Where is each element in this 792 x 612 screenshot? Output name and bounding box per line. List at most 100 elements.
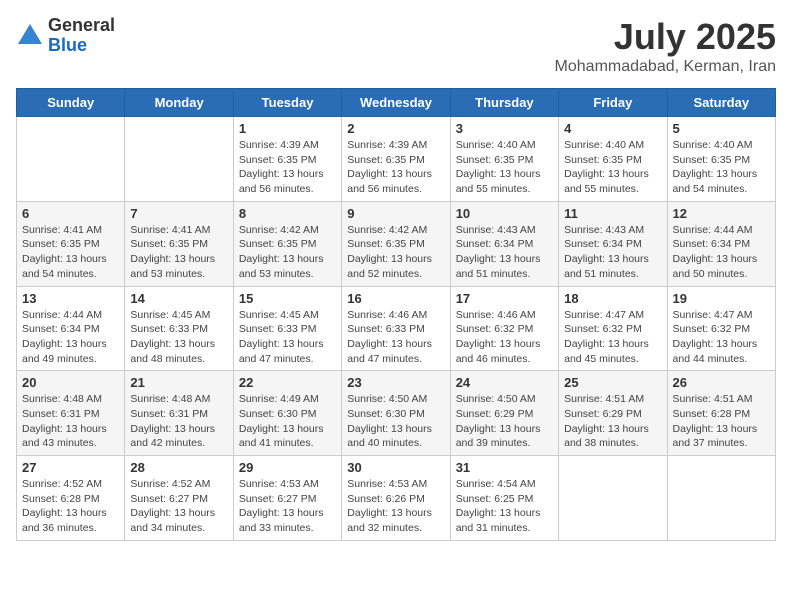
day-number: 22 (239, 375, 336, 390)
page-header: General Blue July 2025 Mohammadabad, Ker… (16, 16, 776, 76)
day-info: Sunrise: 4:51 AMSunset: 6:29 PMDaylight:… (564, 392, 661, 451)
calendar-cell: 26Sunrise: 4:51 AMSunset: 6:28 PMDayligh… (667, 371, 775, 456)
calendar-cell: 15 Sunrise: 4:45 AMSunset: 6:33 PMDayligh… (233, 286, 341, 371)
day-number: 12 (673, 206, 770, 221)
day-number: 21 (130, 375, 227, 390)
logo: General Blue (16, 16, 115, 56)
weekday-header-wednesday: Wednesday (342, 89, 450, 117)
day-info: Sunrise: 4:44 AMSunset: 6:34 PMDaylight:… (673, 223, 770, 282)
calendar-week-2: 6 Sunrise: 4:41 AMSunset: 6:35 PMDaylight… (17, 201, 776, 286)
day-number: 3 (456, 121, 553, 136)
day-info: Sunrise: 4:40 AMSunset: 6:35 PMDaylight:… (456, 138, 553, 197)
day-info: Sunrise: 4:48 AMSunset: 6:31 PMDaylight:… (22, 392, 119, 451)
logo-blue-text: Blue (48, 36, 115, 56)
calendar-cell: 2 Sunrise: 4:39 AMSunset: 6:35 PMDaylight… (342, 117, 450, 202)
calendar-cell: 3 Sunrise: 4:40 AMSunset: 6:35 PMDaylight… (450, 117, 558, 202)
day-number: 16 (347, 291, 444, 306)
day-number: 27 (22, 460, 119, 475)
day-info: Sunrise: 4:52 AMSunset: 6:27 PMDaylight:… (130, 477, 227, 536)
weekday-header-friday: Friday (559, 89, 667, 117)
day-info: Sunrise: 4:46 AMSunset: 6:32 PMDaylight:… (456, 308, 553, 367)
calendar-cell: 9 Sunrise: 4:42 AMSunset: 6:35 PMDaylight… (342, 201, 450, 286)
weekday-header-monday: Monday (125, 89, 233, 117)
day-info: Sunrise: 4:42 AMSunset: 6:35 PMDaylight:… (347, 223, 444, 282)
day-number: 15 (239, 291, 336, 306)
calendar-table: SundayMondayTuesdayWednesdayThursdayFrid… (16, 88, 776, 541)
title-block: July 2025 Mohammadabad, Kerman, Iran (555, 16, 776, 76)
day-info: Sunrise: 4:43 AMSunset: 6:34 PMDaylight:… (564, 223, 661, 282)
calendar-cell: 28Sunrise: 4:52 AMSunset: 6:27 PMDayligh… (125, 456, 233, 541)
day-number: 9 (347, 206, 444, 221)
day-number: 24 (456, 375, 553, 390)
logo-text: General Blue (48, 16, 115, 56)
day-number: 19 (673, 291, 770, 306)
day-number: 25 (564, 375, 661, 390)
calendar-cell: 8Sunrise: 4:42 AMSunset: 6:35 PMDaylight… (233, 201, 341, 286)
logo-icon (16, 22, 44, 50)
calendar-cell: 5Sunrise: 4:40 AMSunset: 6:35 PMDaylight… (667, 117, 775, 202)
calendar-cell: 6 Sunrise: 4:41 AMSunset: 6:35 PMDaylight… (17, 201, 125, 286)
day-info: Sunrise: 4:39 AMSunset: 6:35 PMDaylight:… (239, 138, 336, 197)
day-number: 4 (564, 121, 661, 136)
calendar-cell: 14 Sunrise: 4:45 AMSunset: 6:33 PMDayligh… (125, 286, 233, 371)
weekday-header-saturday: Saturday (667, 89, 775, 117)
calendar-cell: 31Sunrise: 4:54 AMSunset: 6:25 PMDayligh… (450, 456, 558, 541)
calendar-cell: 30Sunrise: 4:53 AMSunset: 6:26 PMDayligh… (342, 456, 450, 541)
calendar-cell: 27 Sunrise: 4:52 AMSunset: 6:28 PMDayligh… (17, 456, 125, 541)
day-number: 23 (347, 375, 444, 390)
calendar-week-1: 1 Sunrise: 4:39 AMSunset: 6:35 PMDaylight… (17, 117, 776, 202)
day-info: Sunrise: 4:39 AMSunset: 6:35 PMDaylight:… (347, 138, 444, 197)
day-number: 6 (22, 206, 119, 221)
day-number: 26 (673, 375, 770, 390)
day-number: 5 (673, 121, 770, 136)
calendar-cell: 12 Sunrise: 4:44 AMSunset: 6:34 PMDayligh… (667, 201, 775, 286)
day-info: Sunrise: 4:45 AMSunset: 6:33 PMDaylight:… (239, 308, 336, 367)
calendar-week-4: 20 Sunrise: 4:48 AMSunset: 6:31 PMDayligh… (17, 371, 776, 456)
day-number: 17 (456, 291, 553, 306)
calendar-cell: 23Sunrise: 4:50 AMSunset: 6:30 PMDayligh… (342, 371, 450, 456)
day-info: Sunrise: 4:45 AMSunset: 6:33 PMDaylight:… (130, 308, 227, 367)
calendar-week-5: 27 Sunrise: 4:52 AMSunset: 6:28 PMDayligh… (17, 456, 776, 541)
calendar-cell: 20 Sunrise: 4:48 AMSunset: 6:31 PMDayligh… (17, 371, 125, 456)
calendar-cell: 1 Sunrise: 4:39 AMSunset: 6:35 PMDaylight… (233, 117, 341, 202)
day-info: Sunrise: 4:47 AMSunset: 6:32 PMDaylight:… (564, 308, 661, 367)
calendar-cell (559, 456, 667, 541)
calendar-cell: 13 Sunrise: 4:44 AMSunset: 6:34 PMDayligh… (17, 286, 125, 371)
calendar-cell: 10 Sunrise: 4:43 AMSunset: 6:34 PMDayligh… (450, 201, 558, 286)
month-title: July 2025 (555, 16, 776, 58)
calendar-cell (667, 456, 775, 541)
day-number: 18 (564, 291, 661, 306)
day-number: 29 (239, 460, 336, 475)
calendar-cell: 24Sunrise: 4:50 AMSunset: 6:29 PMDayligh… (450, 371, 558, 456)
day-number: 13 (22, 291, 119, 306)
day-info: Sunrise: 4:41 AMSunset: 6:35 PMDaylight:… (22, 223, 119, 282)
calendar-cell (125, 117, 233, 202)
day-info: Sunrise: 4:44 AMSunset: 6:34 PMDaylight:… (22, 308, 119, 367)
calendar-cell: 19 Sunrise: 4:47 AMSunset: 6:32 PMDayligh… (667, 286, 775, 371)
day-number: 2 (347, 121, 444, 136)
day-info: Sunrise: 4:42 AMSunset: 6:35 PMDaylight:… (239, 223, 336, 282)
day-info: Sunrise: 4:46 AMSunset: 6:33 PMDaylight:… (347, 308, 444, 367)
calendar-cell: 16 Sunrise: 4:46 AMSunset: 6:33 PMDayligh… (342, 286, 450, 371)
day-info: Sunrise: 4:47 AMSunset: 6:32 PMDaylight:… (673, 308, 770, 367)
calendar-cell: 25 Sunrise: 4:51 AMSunset: 6:29 PMDayligh… (559, 371, 667, 456)
day-info: Sunrise: 4:41 AMSunset: 6:35 PMDaylight:… (130, 223, 227, 282)
calendar-cell: 21Sunrise: 4:48 AMSunset: 6:31 PMDayligh… (125, 371, 233, 456)
day-info: Sunrise: 4:43 AMSunset: 6:34 PMDaylight:… (456, 223, 553, 282)
logo-general-text: General (48, 16, 115, 36)
calendar-cell: 17 Sunrise: 4:46 AMSunset: 6:32 PMDayligh… (450, 286, 558, 371)
weekday-header-thursday: Thursday (450, 89, 558, 117)
day-number: 10 (456, 206, 553, 221)
day-info: Sunrise: 4:52 AMSunset: 6:28 PMDaylight:… (22, 477, 119, 536)
calendar-cell: 11 Sunrise: 4:43 AMSunset: 6:34 PMDayligh… (559, 201, 667, 286)
day-info: Sunrise: 4:53 AMSunset: 6:26 PMDaylight:… (347, 477, 444, 536)
day-number: 14 (130, 291, 227, 306)
calendar-cell: 22Sunrise: 4:49 AMSunset: 6:30 PMDayligh… (233, 371, 341, 456)
day-number: 11 (564, 206, 661, 221)
day-number: 1 (239, 121, 336, 136)
calendar-week-3: 13 Sunrise: 4:44 AMSunset: 6:34 PMDayligh… (17, 286, 776, 371)
day-number: 7 (130, 206, 227, 221)
day-number: 20 (22, 375, 119, 390)
calendar-cell: 7 Sunrise: 4:41 AMSunset: 6:35 PMDaylight… (125, 201, 233, 286)
location-title: Mohammadabad, Kerman, Iran (555, 58, 776, 76)
